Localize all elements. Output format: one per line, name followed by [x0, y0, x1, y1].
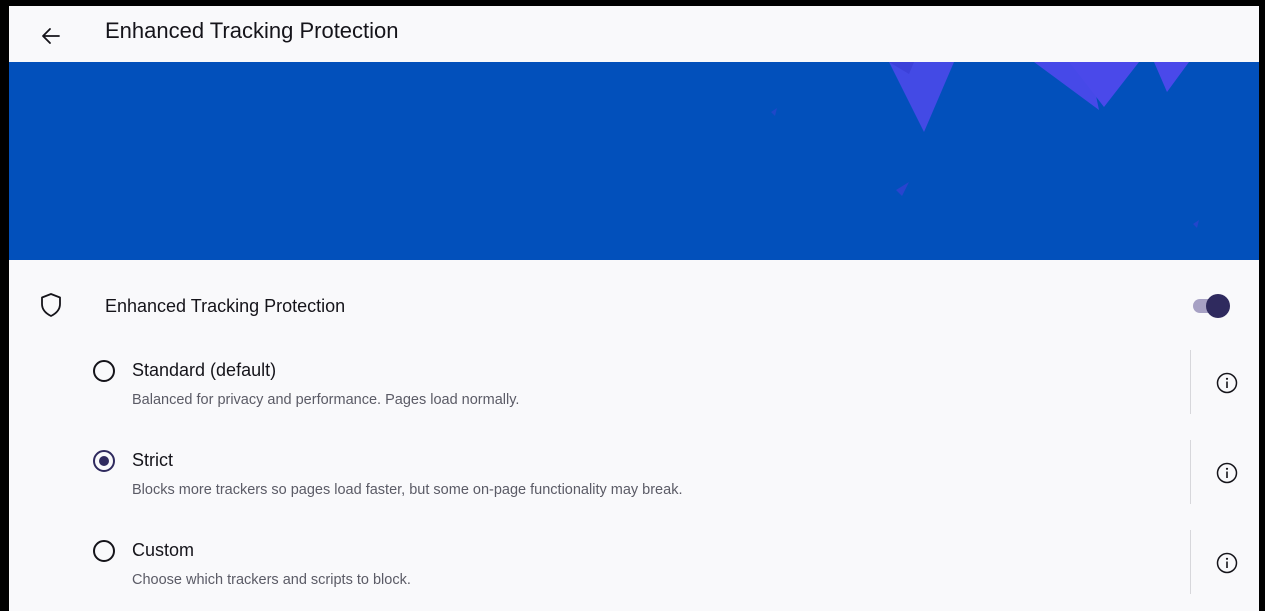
banner-illustration [771, 62, 1199, 228]
info-icon [1216, 372, 1238, 394]
radio-standard[interactable] [93, 360, 115, 382]
info-button-custom[interactable] [1212, 548, 1242, 578]
back-button[interactable] [31, 16, 71, 56]
hero-banner [9, 62, 1259, 260]
radio-strict[interactable] [93, 450, 115, 472]
option-title: Custom [132, 540, 195, 560]
info-button-strict[interactable] [1212, 458, 1242, 488]
option-title: Standard (default) [132, 360, 277, 380]
option-description: Choose which trackers and scripts to blo… [132, 572, 411, 588]
divider [1190, 440, 1191, 504]
arrow-left-icon [42, 28, 60, 44]
page-title: Enhanced Tracking Protection [105, 18, 399, 43]
divider [1190, 350, 1191, 414]
info-button-standard[interactable] [1212, 368, 1242, 398]
toggle-thumb [1206, 294, 1230, 318]
settings-screen: Enhanced Tracking Protection Enhanced Tr… [9, 6, 1259, 611]
etp-toggle-switch[interactable] [1193, 294, 1231, 318]
etp-main-setting[interactable]: Enhanced Tracking Protection [9, 280, 1259, 332]
option-description: Balanced for privacy and performance. Pa… [132, 392, 520, 408]
option-title: Strict [132, 450, 174, 470]
info-icon [1216, 552, 1238, 574]
option-custom[interactable]: Custom Choose which trackers and scripts… [9, 530, 1259, 600]
option-description: Blocks more trackers so pages load faste… [132, 482, 683, 498]
shield-icon [41, 293, 61, 317]
etp-label: Enhanced Tracking Protection [105, 296, 346, 316]
top-app-bar: Enhanced Tracking Protection [9, 6, 1259, 62]
option-strict[interactable]: Strict Blocks more trackers so pages loa… [9, 440, 1259, 510]
option-standard[interactable]: Standard (default) Balanced for privacy … [9, 350, 1259, 420]
divider [1190, 530, 1191, 594]
info-icon [1216, 462, 1238, 484]
radio-custom[interactable] [93, 540, 115, 562]
